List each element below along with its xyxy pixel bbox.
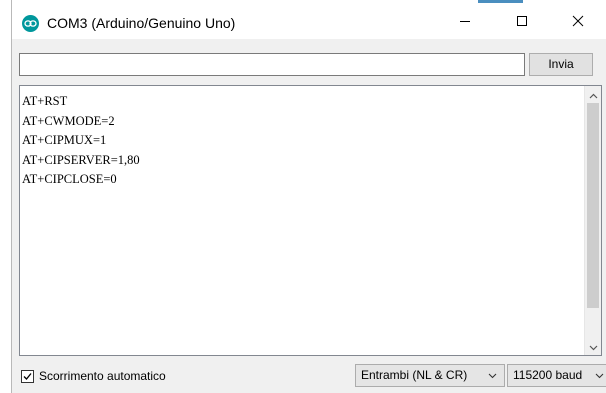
scroll-up-button[interactable] xyxy=(585,86,602,103)
line-ending-select[interactable]: Entrambi (NL & CR) xyxy=(355,364,505,387)
chevron-down-icon xyxy=(486,365,498,386)
send-input[interactable] xyxy=(19,53,525,76)
status-bar: Scorrimento automatico Entrambi (NL & CR… xyxy=(12,356,606,393)
autoscroll-label[interactable]: Scorrimento automatico xyxy=(39,369,166,383)
minimize-icon xyxy=(459,14,471,32)
close-icon xyxy=(572,14,584,32)
send-button[interactable]: Invia xyxy=(529,53,593,76)
maximize-icon xyxy=(516,14,528,32)
minimize-button[interactable] xyxy=(442,6,488,39)
window-title: COM3 (Arduino/Genuino Uno) xyxy=(47,15,236,31)
baud-rate-select[interactable]: 115200 baud xyxy=(507,364,606,387)
chevron-up-icon xyxy=(589,86,598,104)
checkmark-icon xyxy=(23,373,32,380)
baud-rate-value: 115200 baud xyxy=(513,368,583,382)
output-lines: AT+RST AT+CWMODE=2 AT+CIPMUX=1 AT+CIPSER… xyxy=(22,92,140,190)
output-line: AT+RST xyxy=(22,94,68,108)
chevron-down-icon xyxy=(589,338,598,356)
send-row: Invia xyxy=(12,39,606,85)
serial-output-area[interactable]: AT+RST AT+CWMODE=2 AT+CIPMUX=1 AT+CIPSER… xyxy=(19,85,602,356)
chevron-down-icon xyxy=(593,365,605,386)
vertical-scrollbar[interactable] xyxy=(584,86,601,355)
line-ending-value: Entrambi (NL & CR) xyxy=(361,368,468,382)
scroll-down-button[interactable] xyxy=(585,338,602,355)
output-line: AT+CIPMUX=1 xyxy=(22,133,107,147)
close-button[interactable] xyxy=(555,6,601,39)
output-line: AT+CIPSERVER=1,80 xyxy=(22,152,140,167)
output-line: AT+CIPCLOSE=0 xyxy=(22,172,117,186)
scrollbar-thumb[interactable] xyxy=(587,103,599,308)
serial-monitor-window: COM3 (Arduino/Genuino Uno) Invia AT+RST … xyxy=(11,0,606,393)
output-line: AT+CWMODE=2 xyxy=(22,113,115,128)
autoscroll-checkbox[interactable] xyxy=(21,370,34,383)
maximize-button[interactable] xyxy=(499,6,545,39)
title-bar[interactable]: COM3 (Arduino/Genuino Uno) xyxy=(12,6,606,39)
accent-line xyxy=(478,0,523,3)
arduino-logo-icon xyxy=(22,15,39,32)
